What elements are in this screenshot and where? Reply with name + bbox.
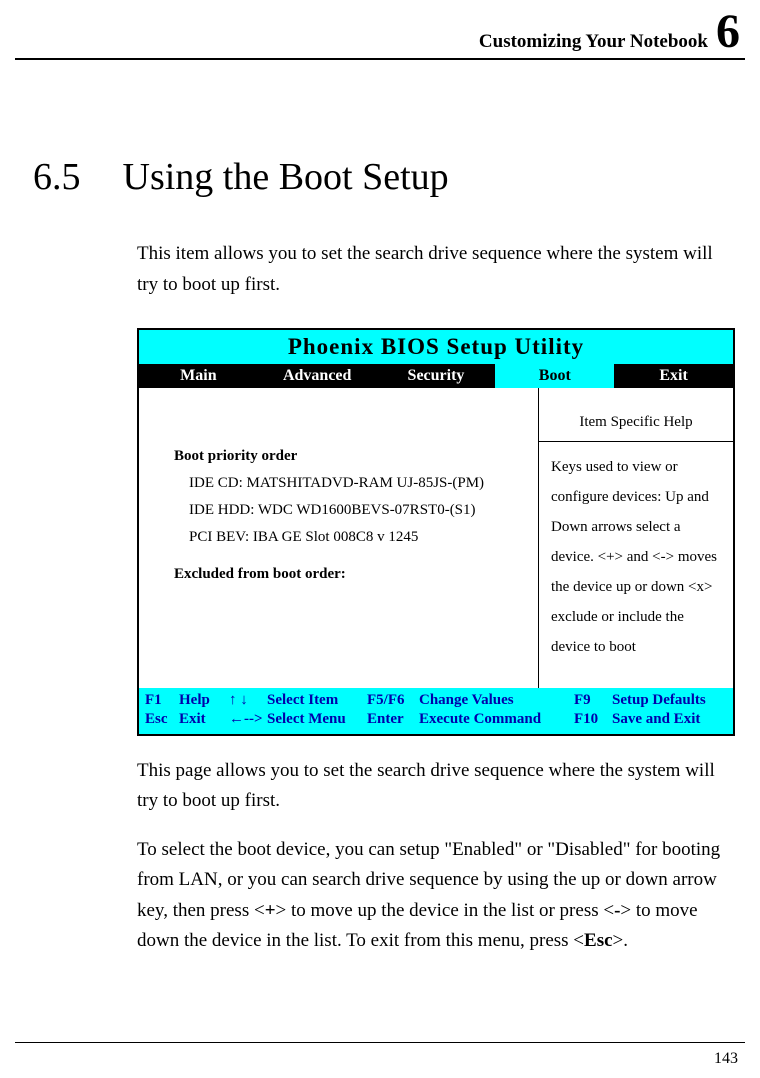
section-heading: 6.5 Using the Boot Setup <box>15 155 745 199</box>
section-title: Using the Boot Setup <box>123 155 449 199</box>
chapter-number: 6 <box>716 10 740 53</box>
action-select-menu: Select Menu <box>267 711 367 728</box>
tab-exit[interactable]: Exit <box>614 364 733 388</box>
tab-security[interactable]: Security <box>377 364 496 388</box>
help-body: Keys used to view or configure devices: … <box>539 442 733 672</box>
key-enter: Enter <box>367 711 419 728</box>
boot-item-2[interactable]: IDE HDD: WDC WD1600BEVS-07RST0-(S1) <box>189 502 518 519</box>
label-help: Help <box>179 692 229 709</box>
p3-text-4: >. <box>613 930 628 951</box>
footer-row-2: Esc Exit ←--> Select Menu Enter Execute … <box>145 711 727 728</box>
boot-item-3[interactable]: PCI BEV: IBA GE Slot 008C8 v 1245 <box>189 529 518 546</box>
header-title: Customizing Your Notebook <box>479 31 708 53</box>
paragraph-2: This page allows you to set the search d… <box>137 756 735 817</box>
key-f9: F9 <box>574 692 612 709</box>
action-change-values: Change Values <box>419 692 574 709</box>
intro-paragraph: This item allows you to set the search d… <box>137 239 735 300</box>
footer-row-1: F1 Help ↑ ↓ Select Item F5/F6 Change Val… <box>145 692 727 709</box>
action-setup-defaults: Setup Defaults <box>612 692 727 709</box>
key-f1: F1 <box>145 692 179 709</box>
bios-main-panel: Boot priority order IDE CD: MATSHITADVD-… <box>139 388 538 688</box>
label-exit: Exit <box>179 711 229 728</box>
page-number: 143 <box>714 1050 738 1068</box>
excluded-label: Excluded from boot order: <box>174 566 518 583</box>
bios-footer: F1 Help ↑ ↓ Select Item F5/F6 Change Val… <box>139 688 733 734</box>
footer-divider <box>15 1042 745 1043</box>
p3-esc: Esc <box>584 930 613 951</box>
section-number: 6.5 <box>33 155 81 199</box>
tab-boot[interactable]: Boot <box>495 364 614 388</box>
bios-tab-bar: Main Advanced Security Boot Exit <box>139 364 733 388</box>
boot-priority-label: Boot priority order <box>174 448 518 465</box>
paragraph-3: To select the boot device, you can setup… <box>137 835 735 957</box>
p3-plus: + <box>265 900 276 921</box>
arrows-updown-icon: ↑ ↓ <box>229 692 267 709</box>
key-f5f6: F5/F6 <box>367 692 419 709</box>
bios-help-panel: Item Specific Help Keys used to view or … <box>538 388 733 688</box>
action-select-item: Select Item <box>267 692 367 709</box>
key-f10: F10 <box>574 711 612 728</box>
action-execute-command: Execute Command <box>419 711 574 728</box>
tab-main[interactable]: Main <box>139 364 258 388</box>
arrows-leftright-icon: ←--> <box>229 711 267 728</box>
page-header: Customizing Your Notebook 6 <box>15 0 745 60</box>
p3-text-2: > to move up the device in the list or p… <box>276 900 615 921</box>
help-title: Item Specific Help <box>539 388 733 442</box>
bios-setup-screen: Phoenix BIOS Setup Utility Main Advanced… <box>137 328 735 736</box>
key-esc: Esc <box>145 711 179 728</box>
action-save-exit: Save and Exit <box>612 711 727 728</box>
bios-title: Phoenix BIOS Setup Utility <box>139 330 733 364</box>
boot-item-1[interactable]: IDE CD: MATSHITADVD-RAM UJ-85JS-(PM) <box>189 475 518 492</box>
tab-advanced[interactable]: Advanced <box>258 364 377 388</box>
bios-body: Boot priority order IDE CD: MATSHITADVD-… <box>139 388 733 688</box>
